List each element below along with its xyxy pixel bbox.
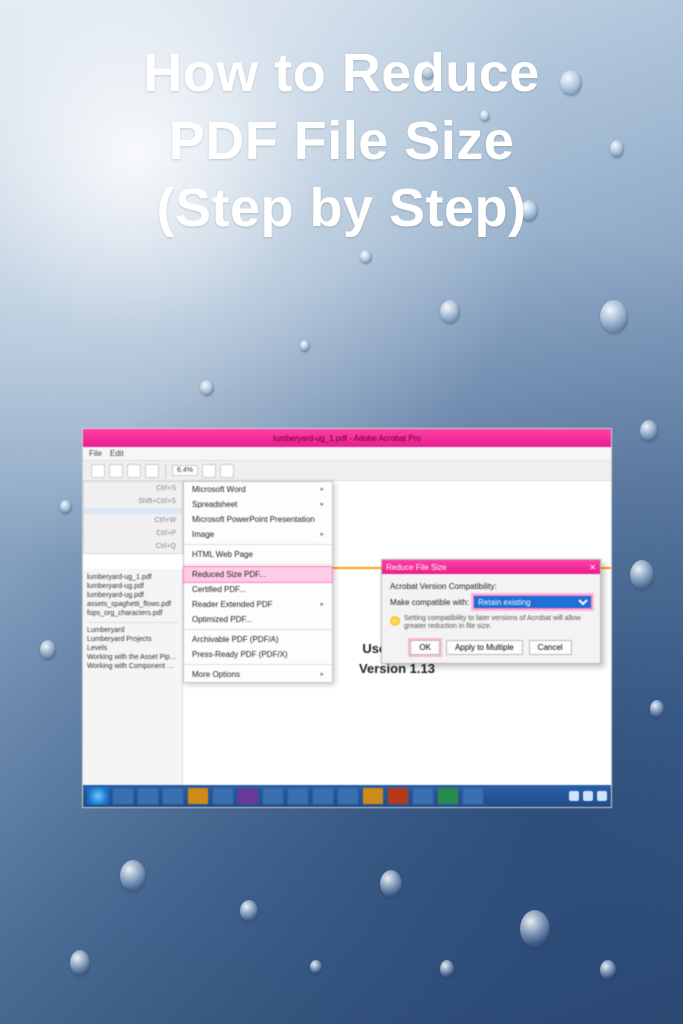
toolbar-mail-icon[interactable] <box>145 464 159 478</box>
toolbar: 6.4% <box>83 461 611 481</box>
submenu-item[interactable]: More Options▸ <box>184 667 332 682</box>
recent-file[interactable]: lumberyard-ug.pdf <box>87 591 178 600</box>
tray-icon[interactable] <box>569 791 579 801</box>
ok-button[interactable]: OK <box>410 640 440 655</box>
dialog-note-text: Setting compatibility to later versions … <box>404 615 592 632</box>
page-root: How to Reduce PDF File Size (Step by Ste… <box>0 0 683 1024</box>
tray-icon[interactable] <box>597 791 607 801</box>
system-tray <box>569 791 607 801</box>
toolbar-save-icon[interactable] <box>109 464 123 478</box>
recent-file[interactable]: assets_spaghetti_flows.pdf <box>87 600 178 609</box>
submenu-item[interactable]: Archivable PDF (PDF/A) <box>184 632 332 647</box>
submenu-item[interactable]: Microsoft PowerPoint Presentation <box>184 512 332 527</box>
side-panel: lumberyard-ug_1.pdf lumberyard-ug.pdf lu… <box>83 569 183 785</box>
submenu-item[interactable]: Certified PDF... <box>184 582 332 597</box>
lightbulb-icon <box>390 616 400 626</box>
dialog-titlebar: Reduce File Size ✕ <box>382 560 600 574</box>
taskbar-item[interactable] <box>237 787 259 805</box>
dialog-title-text: Reduce File Size <box>386 563 446 572</box>
recent-file[interactable]: lumberyard-ug_1.pdf <box>87 573 178 582</box>
bookmark-item[interactable]: Working with the Asset Pipeline and File… <box>87 653 178 662</box>
submenu-separator <box>184 629 332 630</box>
apply-multiple-button[interactable]: Apply to Multiple <box>446 640 523 655</box>
close-icon[interactable]: ✕ <box>589 563 596 572</box>
taskbar-item[interactable] <box>437 787 459 805</box>
taskbar-item[interactable] <box>312 787 334 805</box>
dialog-note: Setting compatibility to later versions … <box>390 615 592 632</box>
taskbar <box>83 785 611 807</box>
zoom-level[interactable]: 6.4% <box>172 465 198 476</box>
window-titlebar: lumberyard-ug_1.pdf - Adobe Acrobat Pro <box>83 429 611 447</box>
taskbar-item[interactable] <box>287 787 309 805</box>
dialog-compat-row: Make compatible with: Retain existing <box>390 595 592 609</box>
compat-dropdown[interactable]: Retain existing <box>473 595 592 609</box>
dialog-body: Acrobat Version Compatibility: Make comp… <box>382 574 600 663</box>
dialog-buttons: OK Apply to Multiple Cancel <box>390 640 592 655</box>
toolbar-open-icon[interactable] <box>91 464 105 478</box>
toolbar-print-icon[interactable] <box>127 464 141 478</box>
dialog-section-label: Acrobat Version Compatibility: <box>390 582 592 591</box>
menubar: File Edit <box>83 447 611 461</box>
file-menu-item[interactable]: Ctrl+S <box>84 482 182 495</box>
workspace: Ctrl+S Shift+Ctrl+S Ctrl+W Ctrl+P Ctrl+Q… <box>83 481 611 785</box>
file-menu: Ctrl+S Shift+Ctrl+S Ctrl+W Ctrl+P Ctrl+Q <box>83 481 183 554</box>
toolbar-fitwidth-icon[interactable] <box>220 464 234 478</box>
start-button[interactable] <box>87 787 109 805</box>
headline-line-2: PDF File Size <box>169 111 515 171</box>
bookmarks-section: Lumberyard Lumberyard Projects Levels Wo… <box>87 622 178 671</box>
taskbar-item[interactable] <box>112 787 134 805</box>
headline: How to Reduce PDF File Size (Step by Ste… <box>0 40 683 243</box>
tray-icon[interactable] <box>583 791 593 801</box>
taskbar-item[interactable] <box>137 787 159 805</box>
submenu-item[interactable]: HTML Web Page <box>184 547 332 562</box>
reduce-size-dialog: Reduce File Size ✕ Acrobat Version Compa… <box>381 559 601 664</box>
submenu-item[interactable]: Image▸ <box>184 527 332 542</box>
taskbar-item[interactable] <box>462 787 484 805</box>
submenu-separator <box>184 544 332 545</box>
taskbar-item[interactable] <box>162 787 184 805</box>
submenu-item[interactable]: Optimized PDF... <box>184 612 332 627</box>
taskbar-item[interactable] <box>387 787 409 805</box>
window-title: lumberyard-ug_1.pdf - Adobe Acrobat Pro <box>273 434 421 443</box>
acrobat-window: lumberyard-ug_1.pdf - Adobe Acrobat Pro … <box>82 428 612 808</box>
submenu-item-reduced-size[interactable]: Reduced Size PDF... <box>184 567 332 582</box>
headline-line-1: How to Reduce <box>143 43 540 103</box>
cancel-button[interactable]: Cancel <box>529 640 572 655</box>
file-menu-item[interactable]: Ctrl+W <box>84 514 182 527</box>
submenu-item[interactable]: Reader Extended PDF▸ <box>184 597 332 612</box>
menu-edit[interactable]: Edit <box>110 449 124 458</box>
submenu-item[interactable]: Microsoft Word▸ <box>184 482 332 497</box>
bookmark-item[interactable]: Lumberyard <box>87 626 178 635</box>
bookmark-item[interactable]: Working with Component Entities <box>87 662 178 671</box>
dialog-field-label: Make compatible with: <box>390 598 469 607</box>
toolbar-fitpage-icon[interactable] <box>202 464 216 478</box>
taskbar-item[interactable] <box>187 787 209 805</box>
submenu-separator <box>184 664 332 665</box>
taskbar-item[interactable] <box>212 787 234 805</box>
bookmark-item[interactable]: Levels <box>87 644 178 653</box>
file-menu-item[interactable]: Shift+Ctrl+S <box>84 495 182 508</box>
recent-file[interactable]: fops_org_characters.pdf <box>87 609 178 618</box>
taskbar-item[interactable] <box>262 787 284 805</box>
file-menu-item[interactable]: Ctrl+P <box>84 527 182 540</box>
headline-line-3: (Step by Step) <box>156 178 526 238</box>
saveas-submenu: Microsoft Word▸ Spreadsheet▸ Microsoft P… <box>183 481 333 683</box>
taskbar-item[interactable] <box>337 787 359 805</box>
file-menu-item[interactable]: Ctrl+Q <box>84 540 182 553</box>
toolbar-separator <box>165 464 166 478</box>
submenu-item[interactable]: Spreadsheet▸ <box>184 497 332 512</box>
menu-file[interactable]: File <box>89 449 102 458</box>
taskbar-item[interactable] <box>362 787 384 805</box>
submenu-item[interactable]: Press-Ready PDF (PDF/X) <box>184 647 332 662</box>
submenu-separator <box>184 564 332 565</box>
taskbar-item[interactable] <box>412 787 434 805</box>
bookmark-item[interactable]: Lumberyard Projects <box>87 635 178 644</box>
recent-file[interactable]: lumberyard-ug.pdf <box>87 582 178 591</box>
